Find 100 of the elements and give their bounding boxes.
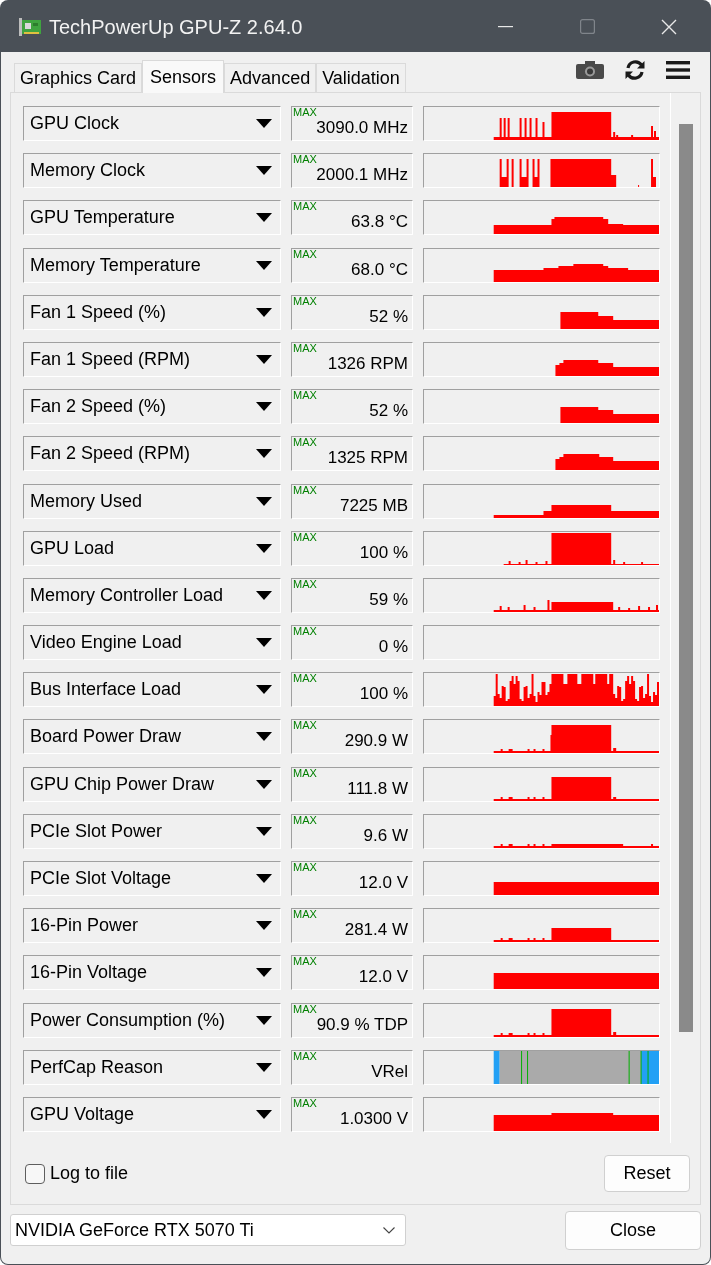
sensor-value: 12.0 V <box>358 967 408 988</box>
sensor-value: 52 % <box>369 401 408 422</box>
sensor-value: 3090.0 MHz <box>316 118 408 138</box>
max-label: MAX <box>293 295 317 307</box>
sensor-dropdown[interactable]: 16-Pin Voltage <box>23 955 281 991</box>
caret-icon <box>256 307 272 317</box>
sensor-value: VRel <box>371 1061 408 1082</box>
sensor-dropdown[interactable]: Memory Clock <box>23 153 281 189</box>
scrollbar-thumb[interactable] <box>679 124 693 1032</box>
sensor-value: 90.9 % TDP <box>316 1014 408 1035</box>
sensor-value: 1.0300 V <box>339 1108 408 1129</box>
sensor-value: 63.8 °C <box>351 212 408 233</box>
max-label: MAX <box>293 201 317 213</box>
sensor-dropdown[interactable]: PerfCap Reason <box>23 1049 281 1085</box>
max-label: MAX <box>293 531 317 543</box>
max-label: MAX <box>293 107 317 118</box>
sensor-dropdown[interactable]: Fan 2 Speed (RPM) <box>23 436 281 472</box>
caret-icon <box>256 874 272 883</box>
tab[interactable]: Graphics Card <box>14 63 143 92</box>
max-label: MAX <box>293 720 317 732</box>
sensor-value: 281.4 W <box>344 920 408 941</box>
max-label: MAX <box>293 626 317 638</box>
sensor-dropdown[interactable]: GPU Chip Power Draw <box>23 766 281 802</box>
sensor-dropdown[interactable]: Memory Temperature <box>23 247 281 283</box>
tab[interactable]: Advanced <box>224 63 317 92</box>
sensor-value: 1325 RPM <box>327 448 408 469</box>
refresh-icon[interactable] <box>624 59 646 81</box>
max-label: MAX <box>293 909 317 921</box>
max-label: MAX <box>293 956 317 968</box>
sensor-value: 7225 MB <box>339 495 408 516</box>
max-label: MAX <box>293 484 317 496</box>
sensor-value: 0 % <box>378 637 408 658</box>
tab[interactable]: Validation <box>316 63 406 92</box>
window-title: TechPowerUp GPU-Z 2.64.0 <box>49 14 303 40</box>
max-label: MAX <box>293 342 317 354</box>
caret-icon <box>256 213 272 223</box>
caret-icon <box>256 1109 272 1119</box>
caret-icon <box>256 732 272 742</box>
max-label: MAX <box>293 1003 317 1015</box>
max-label: MAX <box>293 390 317 402</box>
sensor-value: 100 % <box>359 542 408 563</box>
sensor-dropdown[interactable]: PCIe Slot Voltage <box>23 861 281 896</box>
sensor-dropdown[interactable]: Power Consumption (%) <box>23 1002 281 1038</box>
caret-icon <box>256 1015 272 1025</box>
caret-icon <box>256 638 272 648</box>
max-label: MAX <box>293 862 317 873</box>
menu-icon[interactable] <box>666 61 690 79</box>
caret-icon <box>256 826 272 836</box>
sensor-dropdown[interactable]: Video Engine Load <box>23 625 281 661</box>
caret-icon <box>256 543 272 553</box>
sensor-value: 1326 RPM <box>327 353 408 374</box>
sensor-dropdown[interactable]: Fan 2 Speed (%) <box>23 389 281 425</box>
max-label: MAX <box>293 1050 317 1062</box>
caret-icon <box>256 354 272 364</box>
sensor-dropdown[interactable]: Fan 1 Speed (%) <box>23 294 281 330</box>
caret-icon <box>256 449 272 459</box>
max-label: MAX <box>293 578 317 590</box>
sensor-dropdown[interactable]: GPU Clock <box>23 106 281 141</box>
sensor-dropdown[interactable]: 16-Pin Power <box>23 908 281 944</box>
tab[interactable]: Sensors <box>142 60 225 93</box>
sensor-value: 9.6 W <box>363 825 408 846</box>
sensor-dropdown[interactable]: GPU Voltage <box>23 1096 281 1132</box>
chevron-down-icon <box>383 1226 395 1234</box>
sensor-value: 2000.1 MHz <box>316 165 408 186</box>
sensor-dropdown[interactable]: GPU Load <box>23 530 281 566</box>
caret-icon <box>256 685 272 695</box>
sensor-dropdown[interactable]: Bus Interface Load <box>23 672 281 708</box>
sensor-dropdown[interactable]: GPU Temperature <box>23 200 281 236</box>
sensor-value: 68.0 °C <box>351 259 408 280</box>
caret-icon <box>256 779 272 789</box>
caret-icon <box>256 1062 272 1072</box>
sensor-value: 100 % <box>359 684 408 705</box>
caret-icon <box>256 968 272 978</box>
caret-icon <box>256 590 272 600</box>
caret-icon <box>256 921 272 931</box>
close-icon <box>661 18 677 35</box>
log-to-file-label: Log to file <box>50 1162 129 1185</box>
close-dialog-button[interactable]: Close <box>565 1210 701 1250</box>
sensor-dropdown[interactable]: Board Power Draw <box>23 719 281 755</box>
sensor-dropdown[interactable]: PCIe Slot Power <box>23 813 281 849</box>
camera-icon[interactable] <box>576 61 604 79</box>
sensor-value: 59 % <box>369 589 408 610</box>
sensor-value: 111.8 W <box>347 778 408 799</box>
max-label: MAX <box>293 1097 317 1109</box>
gpu-select[interactable]: NVIDIA GeForce RTX 5070 Ti <box>10 1214 406 1246</box>
max-label: MAX <box>293 814 317 826</box>
sensor-dropdown[interactable]: Fan 1 Speed (RPM) <box>23 341 281 377</box>
caret-icon <box>256 496 272 506</box>
sensor-dropdown[interactable]: Memory Used <box>23 483 281 519</box>
max-label: MAX <box>293 673 317 685</box>
max-label: MAX <box>293 437 317 449</box>
sensor-dropdown[interactable]: Memory Controller Load <box>23 577 281 613</box>
max-label: MAX <box>293 154 317 166</box>
reset-button[interactable]: Reset <box>604 1155 690 1192</box>
caret-icon <box>256 119 272 128</box>
sensor-value: 12.0 V <box>358 873 408 893</box>
minimize-icon <box>497 25 513 28</box>
max-label: MAX <box>293 767 317 779</box>
max-label: MAX <box>293 248 317 260</box>
log-checkbox[interactable] <box>25 1163 45 1184</box>
